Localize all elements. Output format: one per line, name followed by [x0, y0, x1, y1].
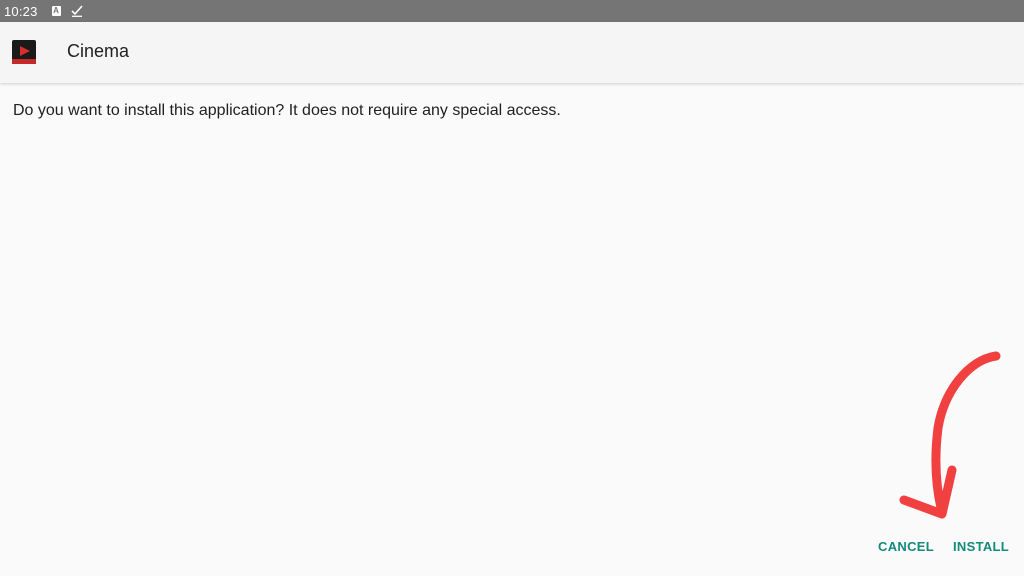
app-bar: Cinema [0, 22, 1024, 83]
cancel-button[interactable]: CANCEL [878, 539, 934, 554]
app-title: Cinema [67, 41, 130, 61]
install-message: Do you want to install this application?… [13, 102, 561, 119]
status-time: 10:23 [4, 3, 38, 19]
check-icon [70, 5, 83, 17]
install-button[interactable]: INSTALL [953, 539, 1009, 554]
status-bar: 10:23 A [0, 0, 1024, 22]
annotation-arrow-icon [899, 351, 1001, 519]
cinema-app-icon [12, 40, 36, 64]
a-icon: A [51, 6, 61, 16]
